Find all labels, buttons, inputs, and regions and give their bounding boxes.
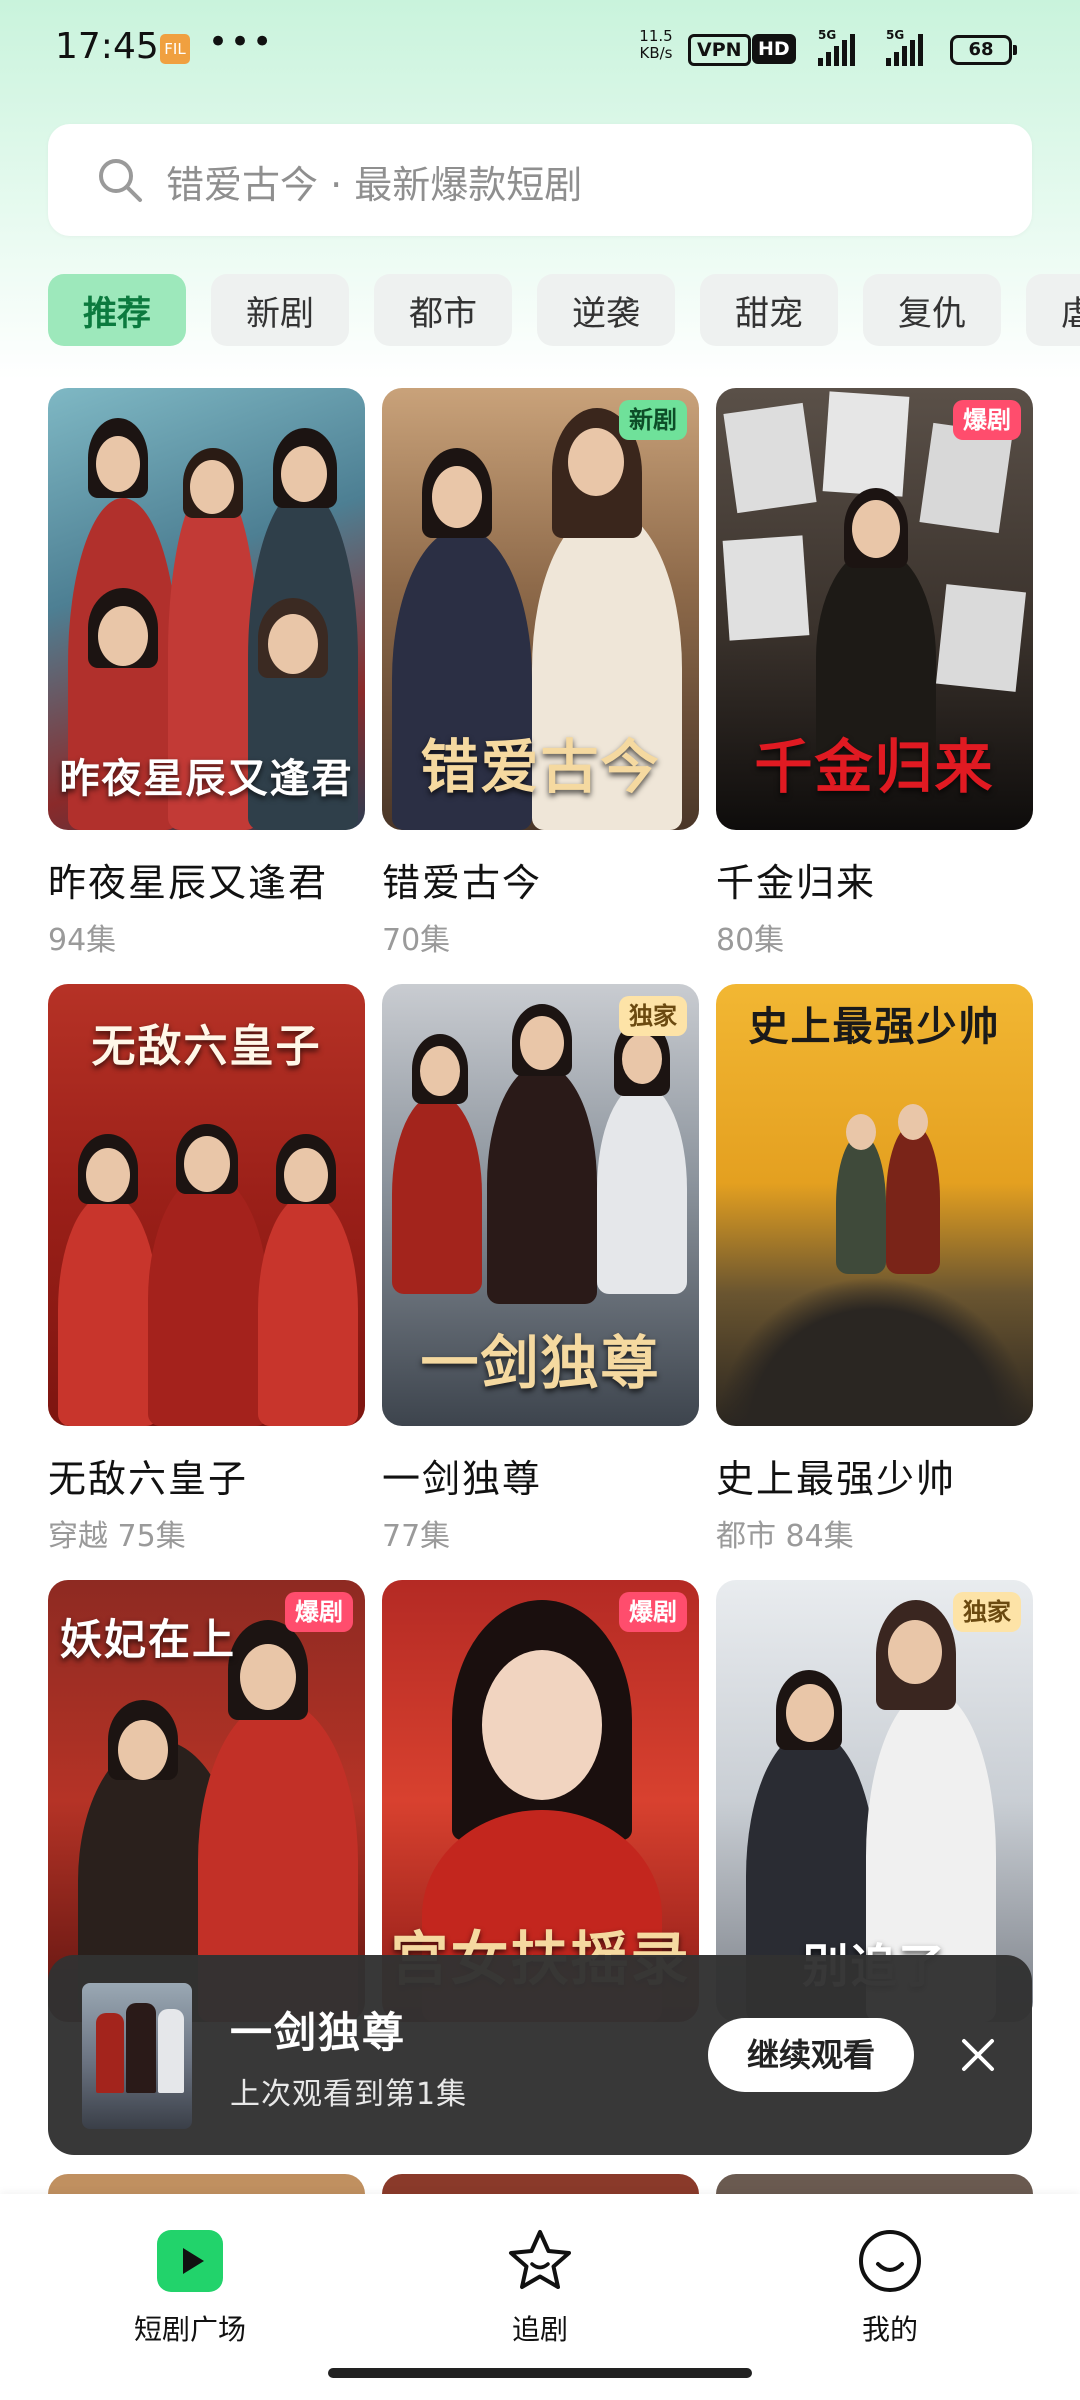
tab-comeback[interactable]: 逆袭 <box>537 274 675 346</box>
continue-watching-bar[interactable]: 一剑独尊 上次观看到第1集 继续观看 <box>48 1955 1032 2155</box>
continue-watching-button[interactable]: 继续观看 <box>708 2018 914 2092</box>
poster-title: 史上最强少帅 <box>748 1003 1001 1050</box>
tag-badge: 独家 <box>953 1592 1021 1632</box>
drama-meta: 77集 <box>382 1519 451 1554</box>
tag-badge: 爆剧 <box>619 1592 687 1632</box>
home-indicator[interactable] <box>328 2368 752 2378</box>
poster-title: 错爱古今 <box>420 733 661 801</box>
mini-player-progress: 上次观看到第1集 <box>230 2077 468 2112</box>
drama-card[interactable]: 史上最强少帅 史上最强少帅 都市 84集 <box>716 984 1033 1555</box>
more-notifications-icon: ••• <box>208 22 275 62</box>
search-bar[interactable]: 错爱古今 · 最新爆款短剧 <box>48 124 1032 236</box>
drama-card[interactable]: 独家 一剑独尊 一剑独尊 77集 <box>382 984 699 1555</box>
signal-icon-sim1: 5G <box>818 28 855 66</box>
drama-meta: 都市 84集 <box>716 1519 854 1554</box>
poster-title: 无敌六皇子 <box>91 1021 322 1072</box>
drama-title: 昨夜星辰又逢君 <box>48 861 329 905</box>
drama-poster[interactable]: 爆剧 千金归来 <box>716 388 1033 830</box>
category-tabs: 推荐 新剧 都市 逆袭 甜宠 复仇 虐恋 <box>48 274 1080 346</box>
vpn-icon: VPN <box>688 34 751 66</box>
drama-poster[interactable]: 独家 一剑独尊 <box>382 984 699 1426</box>
drama-poster[interactable]: 新剧 错爱古今 <box>382 388 699 830</box>
drama-poster[interactable]: 无敌六皇子 <box>48 984 365 1426</box>
status-bar: 17:45 FIL ••• 11.5 KB/s VPN HD 5G 5G 68 <box>0 0 1080 100</box>
play-square-icon <box>157 2230 223 2292</box>
tab-urban[interactable]: 都市 <box>374 274 512 346</box>
drama-card[interactable]: 新剧 错爱古今 错爱古今 70集 <box>382 388 699 959</box>
drama-title: 史上最强少帅 <box>716 1457 957 1501</box>
drama-poster[interactable]: 昨夜星辰又逢君 <box>48 388 365 830</box>
tag-badge: 新剧 <box>619 400 687 440</box>
hd-icon: HD <box>752 34 796 64</box>
network-rate: 11.5 KB/s <box>639 27 673 62</box>
drama-title: 无敌六皇子 <box>48 1457 249 1501</box>
drama-title: 错爱古今 <box>382 861 543 905</box>
search-placeholder: 错爱古今 · 最新爆款短剧 <box>166 163 583 207</box>
battery-icon: 68 <box>950 35 1017 65</box>
drama-meta: 94集 <box>48 923 117 958</box>
tab-revenge[interactable]: 复仇 <box>863 274 1001 346</box>
nav-mine[interactable]: 我的 <box>790 2226 990 2348</box>
mini-player-thumbnail[interactable] <box>82 1983 192 2129</box>
search-icon <box>99 159 142 202</box>
nav-drama-plaza[interactable]: 短剧广场 <box>90 2226 290 2348</box>
mini-player-title: 一剑独尊 <box>230 2008 407 2057</box>
tag-badge: 独家 <box>619 996 687 1036</box>
drama-card[interactable]: 无敌六皇子 无敌六皇子 穿越 75集 <box>48 984 365 1555</box>
poster-title: 一剑独尊 <box>420 1329 661 1397</box>
drama-poster[interactable]: 史上最强少帅 <box>716 984 1033 1426</box>
drama-title: 一剑独尊 <box>382 1457 543 1501</box>
tab-new[interactable]: 新剧 <box>211 274 349 346</box>
star-icon <box>509 2230 571 2289</box>
status-time: 17:45 <box>55 26 159 67</box>
poster-title: 妖妃在上 <box>60 1615 237 1664</box>
poster-title: 千金归来 <box>754 733 995 801</box>
close-icon[interactable] <box>948 2025 1008 2085</box>
tab-recommend[interactable]: 推荐 <box>48 274 186 346</box>
tab-sweet[interactable]: 甜宠 <box>700 274 838 346</box>
drama-title: 千金归来 <box>716 861 877 905</box>
drama-card[interactable]: 爆剧 千金归来 千金归来 80集 <box>716 388 1033 959</box>
nav-label: 追剧 <box>511 2313 568 2346</box>
tag-badge: 爆剧 <box>953 400 1021 440</box>
drama-meta: 70集 <box>382 923 451 958</box>
smile-profile-icon <box>859 2230 921 2292</box>
nav-label: 短剧广场 <box>133 2313 246 2346</box>
app-notification-icon: FIL <box>160 34 190 64</box>
signal-icon-sim2: 5G <box>886 28 923 66</box>
nav-label: 我的 <box>861 2313 918 2346</box>
poster-title: 昨夜星辰又逢君 <box>59 755 354 802</box>
drama-meta: 80集 <box>716 923 785 958</box>
drama-meta: 穿越 75集 <box>48 1519 186 1554</box>
drama-card[interactable]: 昨夜星辰又逢君 昨夜星辰又逢君 94集 <box>48 388 365 959</box>
nav-following[interactable]: 追剧 <box>440 2226 640 2348</box>
tab-angst[interactable]: 虐恋 <box>1026 274 1080 346</box>
